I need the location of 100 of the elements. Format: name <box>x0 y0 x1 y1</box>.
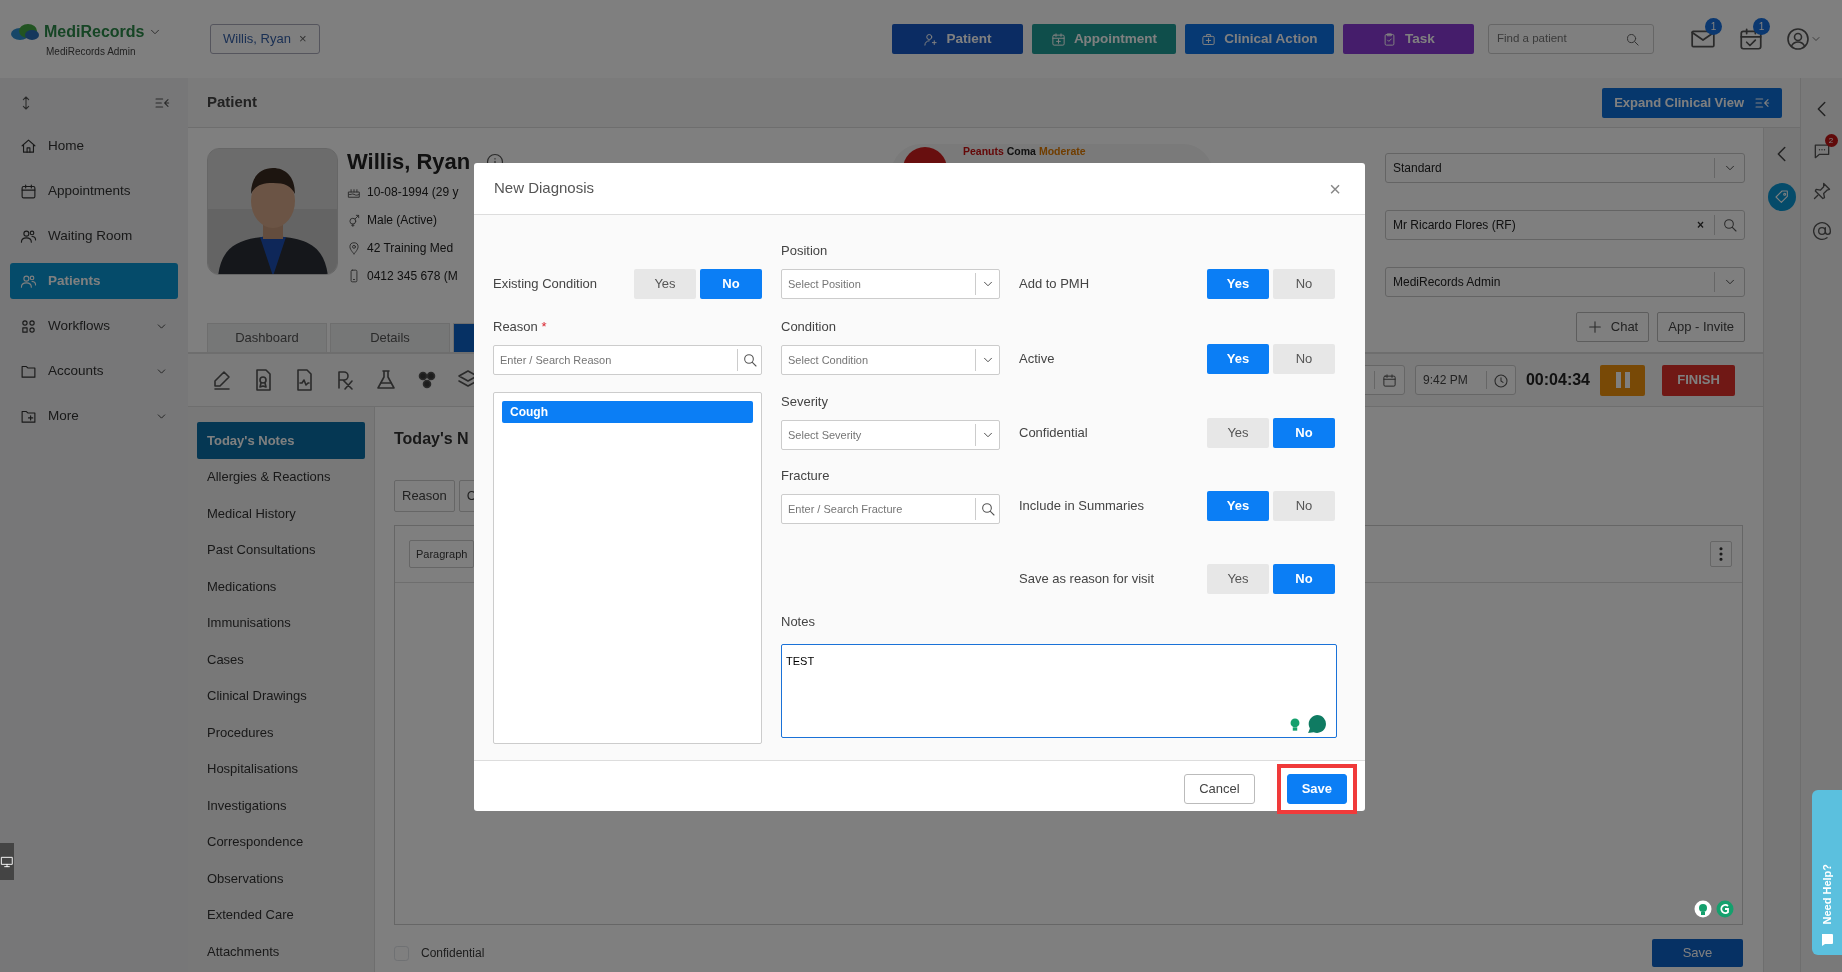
notes-nav-item[interactable]: Medications <box>197 568 365 605</box>
search-input[interactable]: Enter / Search Reason <box>494 350 737 370</box>
lightbulb-icon[interactable] <box>1694 900 1712 918</box>
notes-nav-item[interactable]: Medical History <box>197 495 365 532</box>
monitor-icon <box>0 854 14 869</box>
filter-button[interactable]: Reason <box>394 480 455 512</box>
tab[interactable]: Details <box>330 323 450 352</box>
timer: 00:04:34 <box>1525 370 1590 390</box>
dropdown-field[interactable]: Select Condition <box>781 345 1000 375</box>
notes-nav-item[interactable]: Clinical Drawings <box>197 677 365 714</box>
calendar-plus-icon <box>1050 31 1066 47</box>
action-button[interactable]: Appointment <box>1032 24 1176 54</box>
time-field[interactable]: 9:42 PM <box>1414 365 1516 395</box>
action-button[interactable]: Clinical Action <box>1185 24 1334 54</box>
toggle-option[interactable]: Yes <box>634 269 696 299</box>
toggle-label: Save as reason for visit <box>1019 570 1155 588</box>
toggle-label: Confidential <box>1019 424 1088 442</box>
toggle-option[interactable]: Yes <box>1207 269 1269 299</box>
patient-tab[interactable]: Willis, Ryan × <box>210 24 320 54</box>
toggle-option[interactable]: No <box>1273 344 1335 374</box>
checkbox-label: Confidential <box>421 945 485 962</box>
flask-icon[interactable] <box>374 368 398 392</box>
field-label: Fracture <box>781 467 831 485</box>
sidebar-item[interactable]: Accounts <box>10 353 178 389</box>
notes-nav-item[interactable]: Procedures <box>197 714 365 751</box>
search-field[interactable]: Find a patient <box>1488 24 1654 54</box>
sidebar-item[interactable]: Patients <box>10 263 178 299</box>
save-button[interactable]: Save <box>1652 939 1743 967</box>
notes-nav-item[interactable]: Extended Care <box>197 896 365 933</box>
action-button[interactable]: Chat <box>1575 312 1650 342</box>
dropdown-field[interactable]: Standard <box>1385 153 1745 183</box>
field-label: Position <box>781 242 829 260</box>
field-label: Severity <box>781 393 829 411</box>
sidebar-item[interactable]: Appointments <box>10 173 178 209</box>
save-button[interactable]: Save <box>1286 773 1347 804</box>
pause-button[interactable] <box>1600 364 1645 396</box>
side-widget[interactable] <box>0 843 14 880</box>
speech-bubble-icon[interactable] <box>1307 713 1327 734</box>
dropdown-input[interactable]: Select Severity <box>782 425 975 445</box>
search-field[interactable]: Enter / Search Reason <box>493 345 762 375</box>
notes-nav-item[interactable]: Observations <box>197 860 365 897</box>
paragraph-dropdown[interactable]: Paragraph <box>409 540 475 568</box>
help-tab[interactable]: Need Help? <box>1812 790 1842 955</box>
list-item[interactable]: Cough <box>502 401 753 423</box>
toggle-option[interactable]: No <box>1273 491 1335 521</box>
toggle-label: Add to PMH <box>1019 275 1090 293</box>
dropdown-field[interactable]: MediRecords Admin <box>1385 267 1745 297</box>
action-button[interactable]: Task <box>1343 24 1474 54</box>
notes-nav-item[interactable]: Hospitalisations <box>197 750 365 787</box>
sidebar-item[interactable]: Home <box>10 128 178 164</box>
action-button[interactable]: App - Invite <box>1657 312 1745 342</box>
notes-nav-item[interactable]: Past Consultations <box>197 531 365 568</box>
dropdown-field[interactable]: Select Position <box>781 269 1000 299</box>
search-input[interactable]: Enter / Search Fracture <box>782 499 975 519</box>
plus-icon <box>1586 319 1603 335</box>
close-button[interactable]: × <box>1323 177 1347 200</box>
notes-nav-item[interactable]: Attachments <box>197 933 365 970</box>
collapse-menu-icon[interactable] <box>154 95 170 111</box>
field-label: Condition <box>781 318 837 336</box>
search-field[interactable]: Enter / Search Fracture <box>781 494 1000 524</box>
toggle-option[interactable]: Yes <box>1207 564 1269 594</box>
dropdown-input[interactable]: Select Condition <box>782 350 975 370</box>
notes-field[interactable]: TEST <box>781 644 1337 738</box>
cancel-button[interactable]: Cancel <box>1184 773 1255 804</box>
notes-nav-item[interactable]: Immunisations <box>197 604 365 641</box>
toggle-option[interactable]: Yes <box>1207 491 1269 521</box>
finish-button[interactable]: FINISH <box>1662 364 1735 396</box>
count-badge: 1 <box>1705 18 1722 35</box>
search-field[interactable]: Mr Ricardo Flores (RF) × <box>1385 210 1745 240</box>
toggle-option[interactable]: Yes <box>1207 418 1269 448</box>
sidebar-item[interactable]: More <box>10 398 178 434</box>
notes-nav-item[interactable]: Today's Notes <box>197 422 365 459</box>
expand-button[interactable]: Expand Clinical View <box>1602 87 1782 118</box>
toggle-option[interactable]: Yes <box>1207 344 1269 374</box>
sidebar-item[interactable]: Waiting Room <box>10 218 178 254</box>
action-button[interactable]: Patient <box>892 24 1023 54</box>
user-icon[interactable] <box>1786 27 1810 51</box>
page-title: Patient <box>207 92 257 113</box>
toggle-label: Existing Condition <box>493 275 598 293</box>
notes-nav-item[interactable]: Allergies & Reactions <box>197 458 365 495</box>
tag-button[interactable] <box>1768 183 1796 211</box>
toggle-option[interactable]: No <box>1273 564 1335 594</box>
dropdown-input[interactable]: Select Position <box>782 274 975 294</box>
toggle-option[interactable]: No <box>1273 269 1335 299</box>
home-icon <box>20 137 37 155</box>
toggle-option[interactable]: No <box>1273 418 1335 448</box>
notes-nav-item[interactable]: Investigations <box>197 787 365 824</box>
grammar-assistant-icon[interactable] <box>1716 900 1734 918</box>
phone-icon <box>347 269 361 283</box>
tab[interactable]: Dashboard <box>207 323 327 352</box>
dialog-title: New Diagnosis <box>494 178 595 199</box>
notes-nav-item[interactable]: Cases <box>197 641 365 678</box>
sidebar-item[interactable]: Workflows <box>10 308 178 344</box>
section-title: Today's N <box>394 430 469 447</box>
mention-icon[interactable] <box>1811 220 1832 241</box>
pin-icon[interactable] <box>1811 180 1832 201</box>
notes-nav-item[interactable]: Correspondence <box>197 823 365 860</box>
toggle-option[interactable]: No <box>700 269 762 299</box>
dropdown-field[interactable]: Select Severity <box>781 420 1000 450</box>
search-icon <box>741 352 758 368</box>
